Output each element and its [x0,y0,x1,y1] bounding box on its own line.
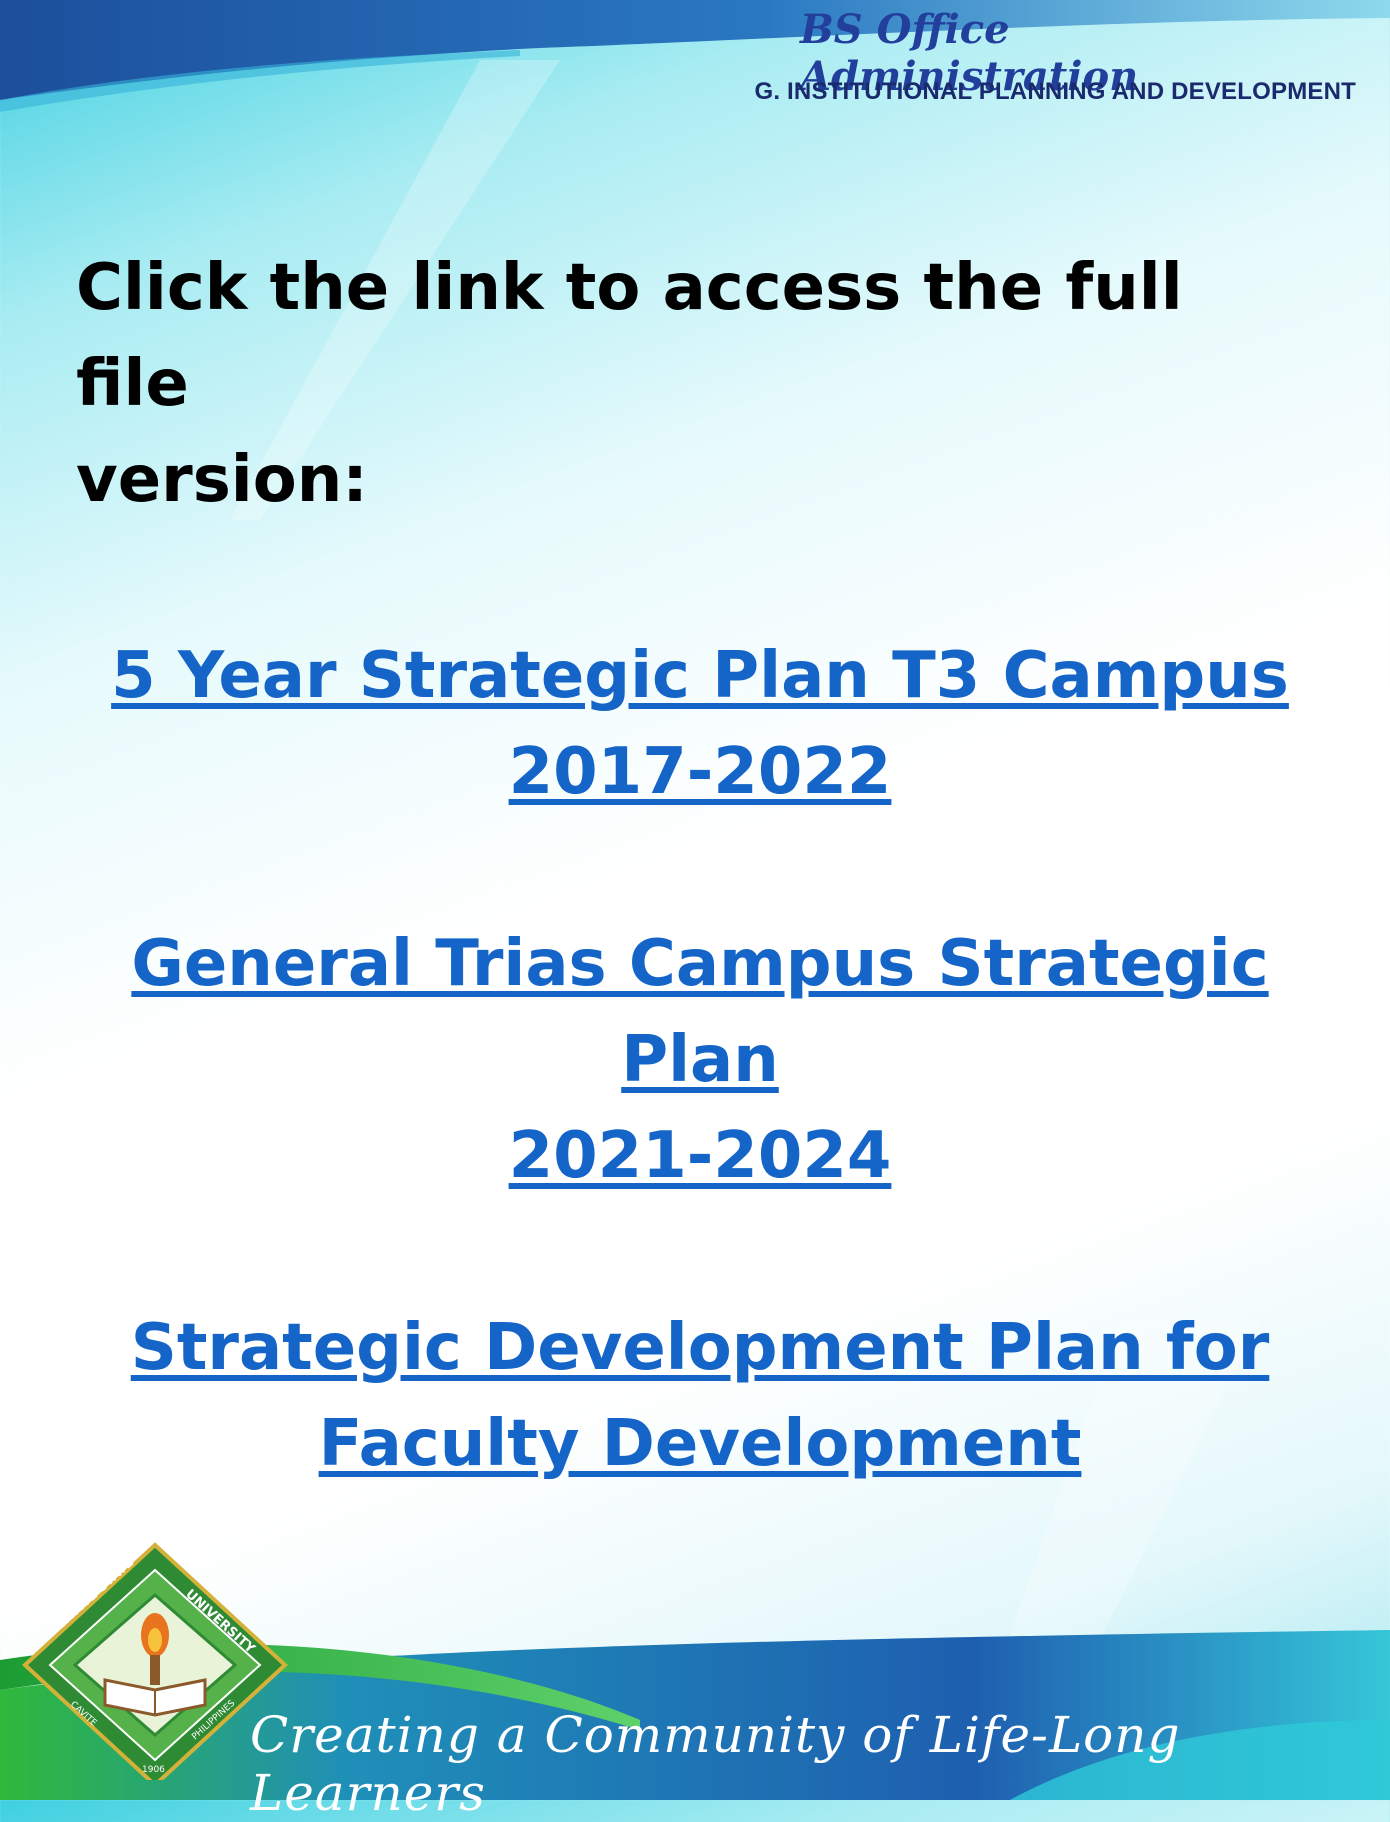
seal-year: 1906 [142,1765,165,1775]
link-line: 2021-2024 [508,1119,892,1193]
link-line: Faculty Development [318,1407,1082,1481]
instruction-line: Click the link to access the full file [76,251,1183,421]
instruction-line: version: [76,443,368,517]
link-line: 2017-2022 [508,735,892,809]
link-line: 5 Year Strategic Plan T3 Campus [111,639,1289,713]
footer-tagline: Creating a Community of Life-Long Learne… [250,1706,1181,1822]
faculty-development-plan-link[interactable]: Strategic Development Plan for Faculty D… [60,1300,1340,1492]
link-line: Strategic Development Plan for [130,1311,1270,1385]
general-trias-strategic-plan-link[interactable]: General Trias Campus Strategic Plan 2021… [60,916,1340,1204]
instruction-heading: Click the link to access the full file v… [76,240,1276,528]
strategic-plan-t3-link[interactable]: 5 Year Strategic Plan T3 Campus 2017-202… [60,628,1340,820]
plan-links: 5 Year Strategic Plan T3 Campus 2017-202… [60,628,1340,1588]
section-title: G. INSTITUTIONAL PLANNING AND DEVELOPMEN… [754,78,1356,105]
link-line: General Trias Campus Strategic Plan [131,927,1269,1097]
